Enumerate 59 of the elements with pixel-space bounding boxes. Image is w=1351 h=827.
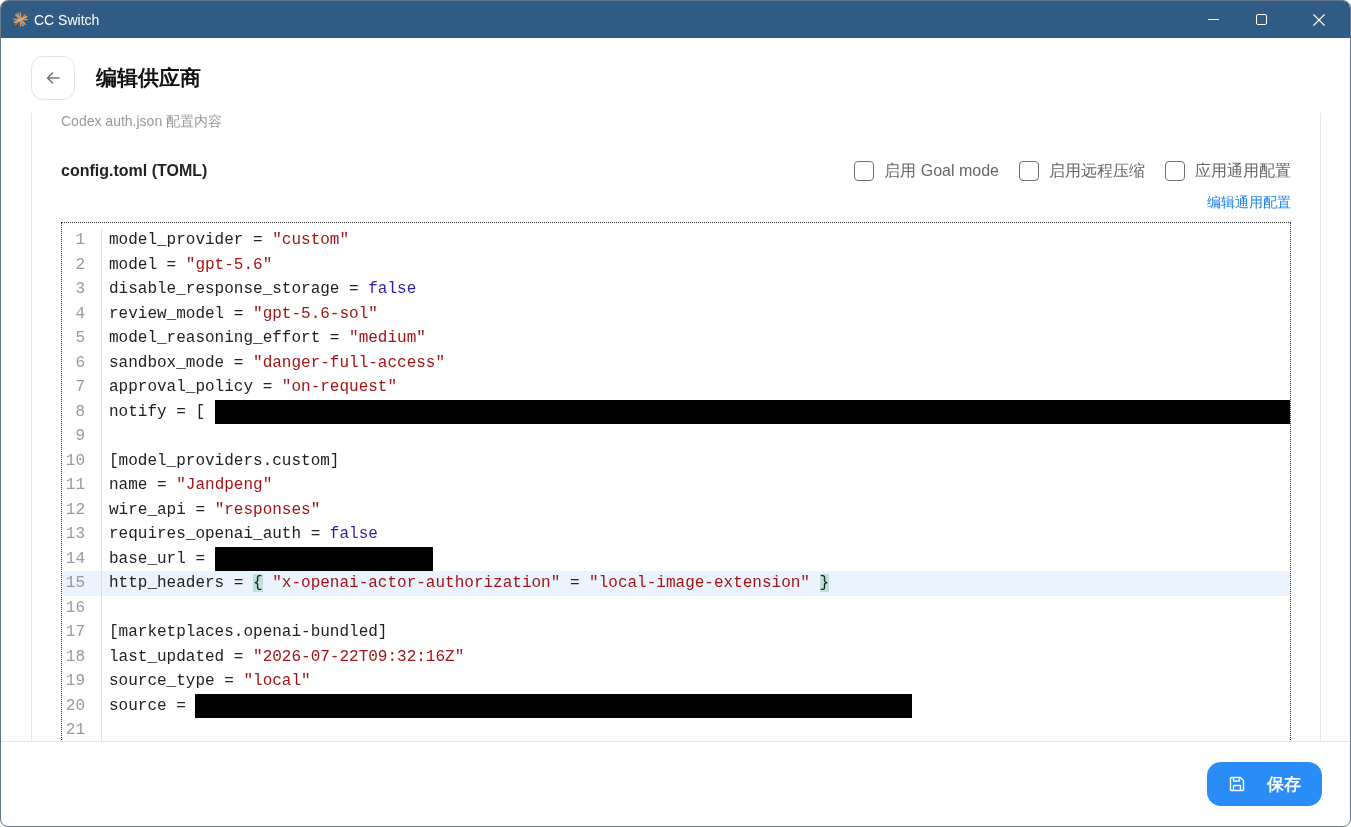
config-title: config.toml (TOML) (61, 162, 208, 180)
line-number: 19 (65, 672, 85, 690)
line-number: 14 (65, 549, 85, 568)
line-number: 9 (75, 427, 85, 445)
arrow-left-icon (46, 72, 60, 84)
minimize-icon (1207, 19, 1219, 20)
checkbox[interactable] (1019, 161, 1039, 181)
window-title: CC Switch (34, 11, 100, 28)
checkbox-label[interactable]: 启用 Goal mode (884, 160, 999, 182)
line-number: 11 (65, 476, 85, 494)
line-number: 5 (75, 329, 85, 347)
line-number: 4 (75, 304, 85, 323)
back-button[interactable] (31, 56, 75, 100)
line-number: 7 (75, 378, 85, 396)
line-number: 12 (65, 500, 85, 519)
save-icon (1229, 776, 1245, 792)
code-line: last_updated = "2026-07-22T09:32:16Z" (109, 646, 465, 668)
code-line: [marketplaces.openai-bundled] (109, 622, 388, 643)
line-number: 20 (65, 696, 85, 715)
code-editor[interactable] (61, 222, 1291, 741)
sunburst-icon (13, 12, 28, 27)
save-button[interactable]: 保存 (1207, 762, 1322, 806)
line-number: 18 (65, 647, 85, 666)
line-number: 13 (65, 525, 85, 543)
line-number: 6 (75, 353, 85, 372)
code-line: model_reasoning_effort = "medium" (109, 328, 426, 349)
code-line: base_url = (109, 548, 206, 570)
line-number: 17 (65, 623, 85, 641)
code-line: [model_providers.custom] (109, 450, 340, 472)
line-number: 16 (65, 598, 85, 617)
code-line: http_headers = { "x-openai-actor-authorization" = "local-image-extension" } (109, 573, 830, 594)
code-line: review_model = "gpt-5.6-sol" (109, 303, 378, 325)
code-line: notify = [ (109, 401, 206, 423)
code-line: model_provider = "custom" (109, 230, 350, 251)
section-label: Codex auth.json 配置内容 (61, 113, 224, 129)
line-number: 8 (75, 402, 85, 421)
checkbox[interactable] (854, 161, 875, 181)
code-line: name = "Jandpeng" (109, 475, 273, 496)
code-line: source_type = "local" (109, 671, 311, 692)
line-number: 3 (75, 280, 85, 298)
line-number: 2 (75, 255, 85, 274)
line-number: 10 (65, 451, 85, 470)
code-line: disable_response_storage = false (109, 279, 417, 300)
code-line: sandbox_mode = "danger-full-access" (109, 352, 446, 374)
page-title: 编辑供应商 (96, 65, 201, 91)
line-number: 1 (75, 231, 85, 249)
close-icon (1313, 13, 1325, 26)
code-line: model = "gpt-5.6" (109, 254, 273, 276)
code-line: wire_api = "responses" (109, 499, 321, 521)
checkbox-label[interactable]: 应用通用配置 (1195, 160, 1291, 182)
maximize-icon (1255, 14, 1267, 25)
edit-common-config-link[interactable]: 编辑通用配置 (1207, 194, 1291, 212)
checkbox-label[interactable]: 启用远程压缩 (1049, 160, 1145, 182)
code-line: approval_policy = "on-request" (109, 377, 398, 398)
line-number: 21 (65, 721, 85, 739)
checkbox[interactable] (1165, 161, 1185, 181)
line-number: 15 (65, 574, 85, 592)
code-line: requires_openai_auth = false (109, 524, 378, 545)
code-line: source = (109, 695, 187, 717)
